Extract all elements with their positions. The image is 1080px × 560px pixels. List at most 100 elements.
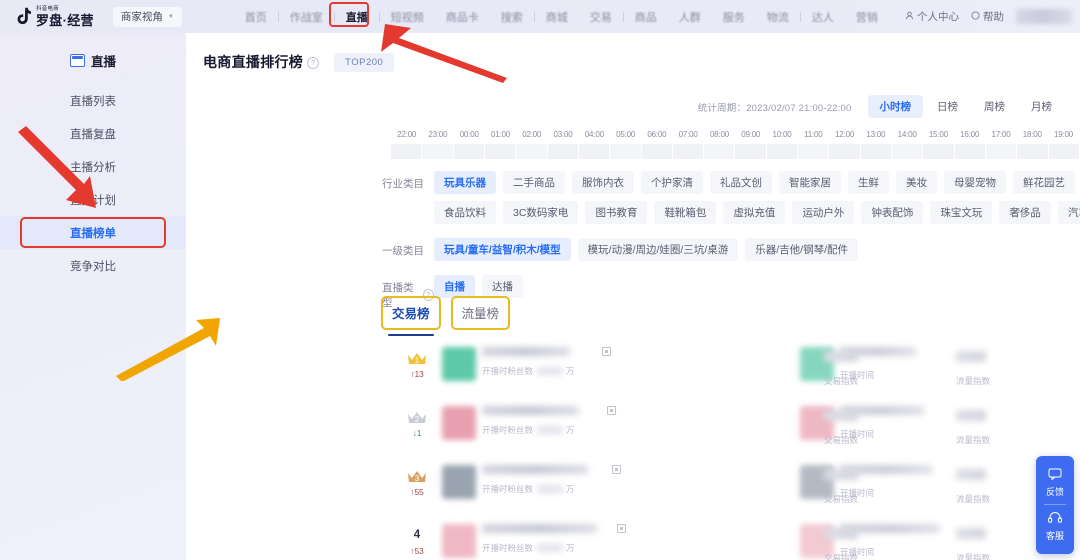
filter-chip-0-19[interactable]: 奢侈品 [999, 201, 1051, 224]
sidebar-item-2[interactable]: 主播分析 [0, 150, 186, 183]
sidebar-item-1[interactable]: 直播复盘 [0, 117, 186, 150]
nav-item-5[interactable]: 搜索 [490, 9, 534, 25]
hour-cell-0[interactable] [391, 144, 423, 159]
filter-chip-0-12[interactable]: 3C数码家电 [503, 201, 579, 224]
nav-item-12[interactable]: 达人 [801, 9, 845, 25]
shop-cell[interactable]: 开播时粉丝数 万 [442, 347, 611, 381]
table-row[interactable]: 2↓1开播时粉丝数万开播时间交易指数流量指数动销商品数 [382, 402, 1080, 461]
filter-chip-0-1[interactable]: 二手商品 [503, 171, 565, 194]
hour-cell-20[interactable] [1017, 144, 1049, 159]
nav-item-10[interactable]: 服务 [712, 9, 756, 25]
shop-cell[interactable]: 开播时粉丝数 万 [442, 465, 621, 499]
compare-icon[interactable] [602, 347, 611, 356]
hour-cell-19[interactable] [985, 144, 1018, 159]
hour-cell-21[interactable] [1048, 144, 1080, 159]
view-selector-dropdown[interactable]: 商家视角 ▼ [112, 6, 182, 27]
filter-chip-0-13[interactable]: 图书教育 [585, 201, 648, 224]
hour-cell-16[interactable] [892, 144, 924, 159]
hour-cell-4[interactable] [516, 144, 548, 159]
rank-type-1[interactable]: 日榜 [925, 95, 970, 118]
hour-cell-15[interactable] [860, 144, 892, 159]
filter-chip-0-0[interactable]: 玩具乐器 [434, 171, 496, 194]
filter-chip-0-6[interactable]: 生鲜 [848, 171, 889, 194]
filter-chip-0-16[interactable]: 运动户外 [792, 201, 855, 224]
filter-chip-0-17[interactable]: 钟表配饰 [861, 201, 924, 224]
nav-item-0[interactable]: 首页 [234, 9, 278, 25]
user-center-link[interactable]: 个人中心 [905, 9, 959, 24]
nav-item-4[interactable]: 商品卡 [435, 9, 490, 25]
hour-cell-10[interactable] [704, 144, 736, 159]
avatar[interactable] [1016, 9, 1072, 24]
hour-cell-13[interactable] [798, 144, 830, 159]
hour-cell-1[interactable] [422, 144, 454, 159]
hour-cell-2[interactable] [453, 144, 485, 159]
hour-cell-17[interactable] [923, 144, 955, 159]
nav-item-9[interactable]: 人群 [668, 9, 712, 25]
hour-cell-7[interactable] [610, 144, 642, 159]
nav-item-1[interactable]: 作战室 [279, 9, 334, 25]
hour-cell-18[interactable] [954, 144, 986, 159]
filter-chip-0-8[interactable]: 母婴宠物 [944, 171, 1006, 194]
shop-cell[interactable]: 开播时粉丝数 万 [442, 406, 616, 440]
sidebar-item-4[interactable]: 直播榜单 [0, 216, 186, 249]
ranking-tab-0[interactable]: 交易榜 [381, 296, 441, 336]
rank-type-2[interactable]: 周榜 [972, 95, 1017, 118]
compare-icon[interactable] [612, 465, 621, 474]
nav-item-13[interactable]: 营销 [845, 9, 889, 25]
filter-chip-0-5[interactable]: 智能家居 [779, 171, 841, 194]
nav-item-11[interactable]: 物流 [756, 9, 800, 25]
sidebar-item-5[interactable]: 竞争对比 [0, 249, 186, 282]
filter-chip-0-2[interactable]: 服饰内衣 [572, 171, 634, 194]
filter-chip-1-1[interactable]: 模玩/动漫/周边/娃圈/三坑/桌游 [577, 238, 739, 261]
hour-cell-8[interactable] [641, 144, 673, 159]
shop-cell[interactable]: 开播时粉丝数 万 [442, 524, 626, 558]
nav-item-7[interactable]: 交易 [579, 9, 623, 25]
filter-chip-0-7[interactable]: 美妆 [896, 171, 937, 194]
brand-logo[interactable]: 抖音电商 罗盘·经营 [14, 6, 94, 27]
filter-chip-1-2[interactable]: 乐器/吉他/钢琴/配件 [745, 238, 859, 261]
hour-cell-11[interactable] [735, 144, 767, 159]
filter-chip-0-14[interactable]: 鞋靴箱包 [654, 201, 717, 224]
filter-chip-0-4[interactable]: 礼品文创 [710, 171, 772, 194]
ranking-tab-1[interactable]: 流量榜 [450, 296, 511, 330]
rank-type-3[interactable]: 月榜 [1019, 95, 1064, 118]
help-link[interactable]: 帮助 [971, 9, 1004, 24]
hour-cell-3[interactable] [484, 144, 517, 159]
nav-item-3[interactable]: 短视频 [380, 9, 435, 25]
metric-value-blurred [956, 528, 986, 539]
hour-cell-14[interactable] [829, 144, 861, 159]
sidebar-item-0[interactable]: 直播列表 [0, 84, 186, 117]
table-row[interactable]: 4↑53开播时粉丝数万开播时间交易指数流量指数动销商品数 [382, 520, 1080, 560]
filter-chip-0-11[interactable]: 食品饮料 [434, 201, 496, 224]
filter-chip-0-20[interactable]: 汽车整车 [1057, 201, 1080, 224]
hour-cell-12[interactable] [766, 144, 799, 159]
filter-chip-0-9[interactable]: 鲜花园艺 [1013, 171, 1075, 194]
nav-item-6[interactable]: 商城 [535, 9, 579, 25]
filter-chip-0-15[interactable]: 虚拟充值 [723, 201, 786, 224]
filter-chip-0-18[interactable]: 珠宝文玩 [930, 201, 993, 224]
hour-label-9: 07:00 [678, 130, 698, 139]
nav-item-8[interactable]: 商品 [624, 9, 668, 25]
sidebar-item-3[interactable]: 直播计划 [0, 183, 186, 216]
hour-cell-6[interactable] [578, 144, 611, 159]
feedback-button[interactable]: 反馈 [1036, 462, 1074, 504]
floating-support-panel: 反馈 客服 [1036, 456, 1074, 554]
nav-item-label: 商城 [545, 11, 568, 24]
compare-icon[interactable] [617, 524, 626, 533]
hour-cell-5[interactable] [547, 144, 579, 159]
filter-chip-1-0[interactable]: 玩具/童车/益智/积木/模型 [434, 238, 571, 261]
table-row[interactable]: 1↑13开播时粉丝数万开播时间交易指数流量指数动销商品数 [382, 343, 1080, 402]
hour-cell-9[interactable] [672, 144, 705, 159]
rank-cell: 3 ↑55 [398, 469, 436, 497]
rank-type-0[interactable]: 小时榜 [867, 95, 923, 118]
filter-chip-2-0[interactable]: 自播 [434, 275, 475, 298]
hour-label-16: 14:00 [897, 130, 917, 139]
filter-chip-0-3[interactable]: 个护家清 [641, 171, 703, 194]
compare-icon[interactable] [607, 406, 616, 415]
info-icon[interactable]: ? [307, 57, 320, 69]
nav-item-2[interactable]: 直播 [328, 1, 379, 27]
filter-chip-2-1[interactable]: 达播 [482, 275, 523, 298]
customer-service-button[interactable]: 客服 [1036, 505, 1074, 548]
table-row[interactable]: 3↑55开播时粉丝数万开播时间交易指数流量指数动销商品数 [382, 461, 1080, 520]
svg-text:3: 3 [415, 474, 420, 483]
